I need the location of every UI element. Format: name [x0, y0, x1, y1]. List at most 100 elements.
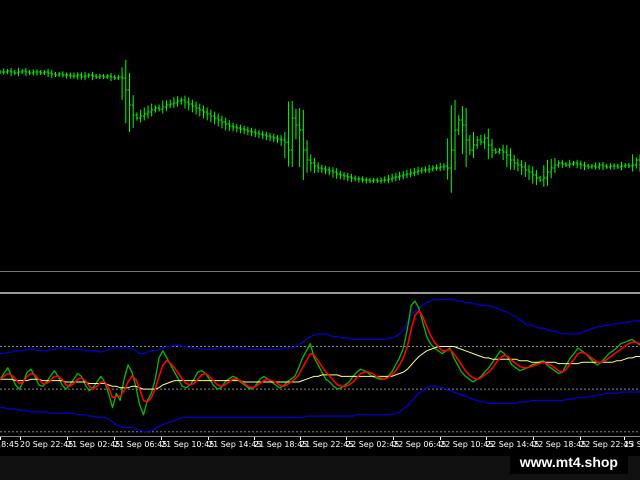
price-bar [331, 167, 335, 178]
time-axis-label: 18:45 [0, 440, 20, 449]
price-bar [42, 70, 46, 75]
price-bar [586, 164, 590, 169]
price-bar [298, 108, 302, 167]
price-bar [238, 124, 242, 134]
price-bar [483, 134, 487, 149]
price-bar [435, 164, 439, 171]
price-bar [620, 161, 624, 171]
price-bar [24, 67, 28, 77]
price-bar [616, 164, 620, 169]
price-bar [316, 162, 320, 173]
price-bar [497, 148, 501, 154]
green-oscillator-line [0, 300, 640, 416]
price-chart[interactable] [0, 0, 640, 271]
price-bar [242, 125, 246, 135]
price-bar [227, 120, 231, 131]
price-bar [605, 164, 609, 169]
price-bar [28, 70, 32, 75]
price-bar [520, 160, 524, 175]
upper-band-line [0, 299, 640, 355]
price-bar [0, 70, 2, 74]
price-bar [346, 172, 350, 182]
price-bar [176, 96, 180, 107]
price-bar [83, 71, 87, 81]
price-bar [634, 157, 638, 169]
price-bar [168, 99, 172, 109]
price-bar [16, 67, 20, 77]
price-chart-svg[interactable] [0, 0, 640, 271]
price-bar [342, 171, 346, 181]
price-bar [594, 162, 598, 170]
price-bar [335, 168, 339, 179]
price-bar [423, 166, 427, 173]
price-bar [549, 158, 553, 179]
price-bar [187, 97, 191, 111]
price-bar [53, 72, 57, 77]
price-bar [50, 69, 54, 79]
price-bar [460, 106, 464, 154]
price-bar [275, 134, 279, 144]
price-bar [13, 70, 17, 75]
price-bar [61, 71, 65, 78]
price-bar [420, 167, 424, 174]
price-bar [438, 162, 442, 172]
time-axis-label: 22 Sep 06:45 [393, 440, 447, 449]
price-bar [372, 178, 376, 183]
price-bar [364, 177, 368, 184]
price-bar [235, 123, 239, 133]
price-bar [516, 158, 520, 172]
price-bar [272, 133, 276, 143]
price-bar [198, 103, 202, 117]
indicator-panel[interactable] [0, 294, 640, 436]
price-bar [505, 145, 509, 167]
price-bar [349, 173, 353, 183]
price-bar [231, 122, 235, 132]
price-bar [172, 97, 176, 108]
price-bar [409, 168, 413, 178]
price-bar [383, 176, 387, 183]
time-axis-label: 22 Sep 14:45 [486, 440, 540, 449]
price-bar [386, 174, 390, 184]
price-bar [457, 115, 461, 135]
price-bar [472, 132, 476, 158]
price-bar [546, 160, 550, 186]
price-bar [490, 138, 494, 159]
price-bar [220, 115, 224, 129]
price-bar [427, 164, 431, 174]
price-bar [246, 126, 250, 136]
price-bar [287, 101, 291, 167]
price-bar [512, 155, 516, 170]
price-bar [301, 110, 305, 180]
price-bar [542, 165, 546, 187]
price-bar [353, 175, 357, 182]
price-bar [190, 99, 194, 113]
time-axis-label: 21 Sep 02:45 [67, 440, 121, 449]
indicator-chart-svg[interactable] [0, 294, 640, 436]
price-bar [390, 173, 394, 183]
price-bar [464, 108, 468, 167]
price-bar [87, 73, 91, 78]
price-bar [571, 161, 575, 166]
red-oscillator-line [0, 310, 640, 403]
time-axis-label: 20 Sep 22:45 [20, 440, 74, 449]
price-bar [31, 69, 35, 76]
time-axis-label: 22 Sep 02:45 [346, 440, 400, 449]
price-bar [527, 165, 531, 180]
price-bar [601, 161, 605, 171]
price-bar [327, 166, 331, 176]
bottom-bar: www.mt4.shop [0, 450, 640, 480]
price-bar [157, 104, 161, 112]
price-bar [213, 111, 217, 125]
price-bar [305, 140, 309, 173]
price-bar [531, 166, 535, 184]
price-bar [631, 154, 635, 172]
price-bar [312, 158, 316, 173]
price-bar [627, 163, 631, 168]
price-bar [575, 159, 579, 169]
price-bar [405, 169, 409, 179]
time-axis-label: 23 Se [624, 440, 640, 449]
price-bar [534, 170, 538, 185]
price-bar [124, 59, 128, 124]
price-bar [446, 138, 450, 180]
price-bar [2, 68, 6, 75]
